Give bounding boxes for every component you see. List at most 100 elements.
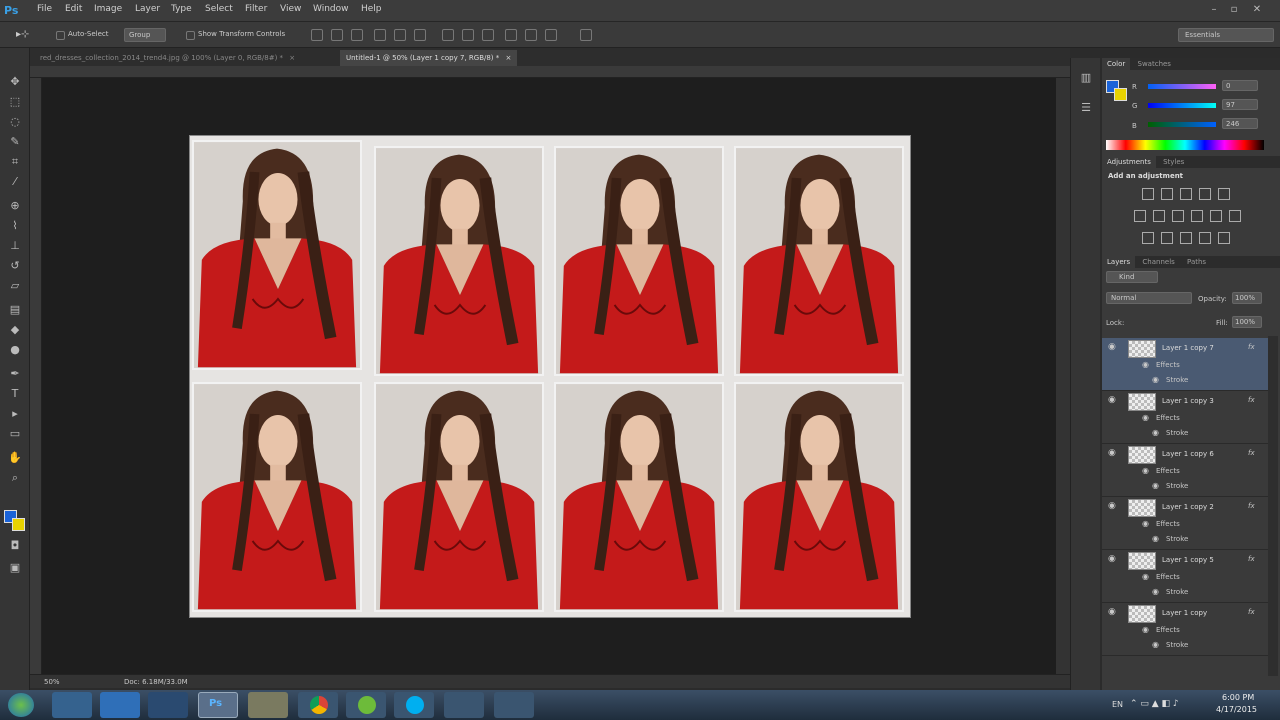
tab-untitled-1[interactable]: Untitled-1 @ 50% (Layer 1 copy 7, RGB/8)…	[340, 50, 518, 66]
type-tool-icon[interactable]: T	[7, 386, 23, 402]
effects-eye-icon[interactable]: ◉	[1142, 519, 1149, 528]
menu-file[interactable]: File	[37, 4, 52, 14]
maximize-icon[interactable]: ▫	[1226, 3, 1242, 17]
black-white-icon[interactable]	[1172, 210, 1184, 222]
blur-tool-icon[interactable]: ◆	[7, 322, 23, 338]
layer-name[interactable]: Layer 1 copy 6	[1162, 450, 1214, 458]
move-tool-icon[interactable]: ✥	[7, 74, 23, 90]
fx-icon[interactable]: fx	[1248, 449, 1255, 457]
photo-cell[interactable]	[734, 382, 904, 612]
stroke-eye-icon[interactable]: ◉	[1152, 375, 1159, 384]
vertical-scrollbar[interactable]	[1056, 78, 1070, 674]
layer-name[interactable]: Layer 1 copy 2	[1162, 503, 1214, 511]
history-panel-icon[interactable]: ▥	[1078, 70, 1094, 86]
tab-color[interactable]: Color	[1102, 58, 1131, 70]
effects-eye-icon[interactable]: ◉	[1142, 360, 1149, 369]
crop-tool-icon[interactable]: ⌗	[7, 154, 23, 170]
tray-icons[interactable]: ⌃ ▭ ▲ ◧ ♪	[1130, 699, 1179, 709]
eye-icon[interactable]: ◉	[1108, 448, 1116, 458]
marquee-tool-icon[interactable]: ⬚	[7, 94, 23, 110]
properties-panel-icon[interactable]: ☰	[1078, 100, 1094, 116]
stamp-tool-icon[interactable]: ⊥	[7, 238, 23, 254]
stroke-eye-icon[interactable]: ◉	[1152, 534, 1159, 543]
language-indicator[interactable]: EN	[1112, 700, 1123, 709]
clock-time[interactable]: 6:00 PM	[1222, 693, 1254, 702]
tab-adjustments[interactable]: Adjustments	[1102, 156, 1156, 168]
fill-input[interactable]: 100%	[1232, 316, 1262, 328]
distribute-right-icon[interactable]	[545, 29, 557, 41]
screen-mode-icon[interactable]: ▣	[7, 560, 23, 576]
color-lookup-icon[interactable]	[1229, 210, 1241, 222]
zoom-level[interactable]: 50%	[44, 678, 60, 686]
close-icon[interactable]: ×	[506, 54, 512, 62]
layer-row[interactable]: ◉ Layer 1 copy 3 fx ◉ Effects ◉ Stroke	[1102, 391, 1270, 444]
levels-icon[interactable]	[1161, 188, 1173, 200]
stroke-eye-icon[interactable]: ◉	[1152, 640, 1159, 649]
tab-red-dresses[interactable]: red_dresses_collection_2014_trend4.jpg @…	[34, 50, 302, 66]
start-button-icon[interactable]	[8, 693, 34, 717]
tab-swatches[interactable]: Swatches	[1133, 58, 1176, 70]
menu-image[interactable]: Image	[94, 4, 122, 14]
eyedropper-tool-icon[interactable]: ⁄	[7, 174, 23, 190]
history-brush-tool-icon[interactable]: ↺	[7, 258, 23, 274]
menu-type[interactable]: Type	[171, 4, 192, 14]
eye-icon[interactable]: ◉	[1108, 395, 1116, 405]
effects-eye-icon[interactable]: ◉	[1142, 466, 1149, 475]
fx-icon[interactable]: fx	[1248, 502, 1255, 510]
kind-filter-select[interactable]: Kind	[1106, 271, 1158, 283]
effects-eye-icon[interactable]: ◉	[1142, 413, 1149, 422]
photo-cell[interactable]	[192, 382, 362, 612]
effects-eye-icon[interactable]: ◉	[1142, 625, 1149, 634]
brightness-icon[interactable]	[1142, 188, 1154, 200]
path-select-tool-icon[interactable]: ▸	[7, 406, 23, 422]
remote-desktop-icon[interactable]	[494, 692, 534, 718]
g-slider[interactable]	[1148, 103, 1216, 108]
close-icon[interactable]: ×	[289, 54, 295, 62]
layers-scrollbar[interactable]	[1268, 336, 1278, 676]
gradient-tool-icon[interactable]: ▤	[7, 302, 23, 318]
fx-icon[interactable]: fx	[1248, 396, 1255, 404]
distribute-hcenter-icon[interactable]	[525, 29, 537, 41]
tab-styles[interactable]: Styles	[1158, 156, 1189, 168]
curves-icon[interactable]	[1180, 188, 1192, 200]
workspace-select[interactable]: Essentials	[1178, 28, 1274, 42]
b-slider[interactable]	[1148, 122, 1216, 127]
distribute-left-icon[interactable]	[505, 29, 517, 41]
layer-name[interactable]: Layer 1 copy 7	[1162, 344, 1214, 352]
tab-channels[interactable]: Channels	[1137, 256, 1179, 268]
menu-select[interactable]: Select	[205, 4, 233, 14]
layer-row[interactable]: ◉ Layer 1 copy fx ◉ Effects ◉ Stroke	[1102, 603, 1270, 656]
bg-color-chip[interactable]	[1114, 88, 1127, 101]
align-left-icon[interactable]	[374, 29, 386, 41]
show-transform-checkbox[interactable]	[186, 31, 195, 40]
fx-icon[interactable]: fx	[1248, 608, 1255, 616]
photo-cell[interactable]	[192, 140, 362, 370]
pen-tool-icon[interactable]: ✒	[7, 366, 23, 382]
eye-icon[interactable]: ◉	[1108, 501, 1116, 511]
photo-cell[interactable]	[554, 146, 724, 376]
invert-icon[interactable]	[1142, 232, 1154, 244]
menu-filter[interactable]: Filter	[245, 4, 267, 14]
gradient-map-icon[interactable]	[1199, 232, 1211, 244]
tab-paths[interactable]: Paths	[1182, 256, 1211, 268]
blend-mode-select[interactable]: Normal	[1106, 292, 1192, 304]
stroke-eye-icon[interactable]: ◉	[1152, 587, 1159, 596]
exposure-icon[interactable]	[1199, 188, 1211, 200]
tab-layers[interactable]: Layers	[1102, 256, 1136, 268]
photo-cell[interactable]	[734, 146, 904, 376]
vibrance-icon[interactable]	[1218, 188, 1230, 200]
background-color-swatch[interactable]	[12, 518, 25, 531]
quick-select-tool-icon[interactable]: ✎	[7, 134, 23, 150]
close-icon[interactable]: ✕	[1249, 3, 1265, 17]
align-top-icon[interactable]	[311, 29, 323, 41]
posterize-icon[interactable]	[1161, 232, 1173, 244]
threshold-icon[interactable]	[1180, 232, 1192, 244]
brush-tool-icon[interactable]: ⌇	[7, 218, 23, 234]
minimize-icon[interactable]: –	[1206, 3, 1222, 17]
r-slider[interactable]	[1148, 84, 1216, 89]
lasso-tool-icon[interactable]: ◌	[7, 114, 23, 130]
menu-view[interactable]: View	[280, 4, 301, 14]
stroke-eye-icon[interactable]: ◉	[1152, 428, 1159, 437]
menu-window[interactable]: Window	[313, 4, 349, 14]
layer-row[interactable]: ◉ Layer 1 copy 6 fx ◉ Effects ◉ Stroke	[1102, 444, 1270, 497]
